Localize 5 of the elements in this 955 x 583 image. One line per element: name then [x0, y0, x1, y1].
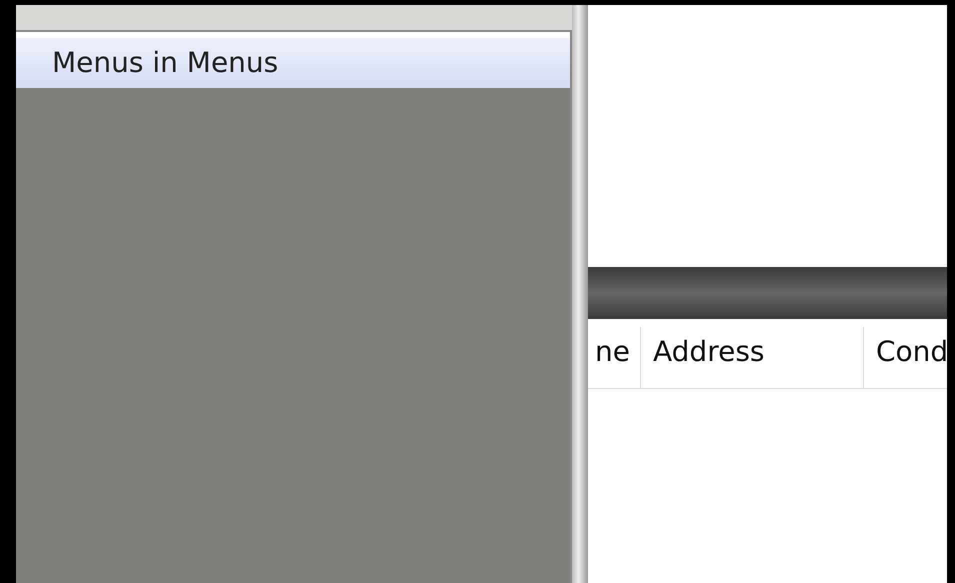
- splitter[interactable]: [572, 5, 588, 583]
- column-header[interactable]: Condi: [864, 327, 947, 388]
- menu-item[interactable]: Menus in Menus: [16, 38, 570, 88]
- column-header[interactable]: Address: [641, 327, 864, 388]
- column-header[interactable]: ne: [588, 327, 641, 388]
